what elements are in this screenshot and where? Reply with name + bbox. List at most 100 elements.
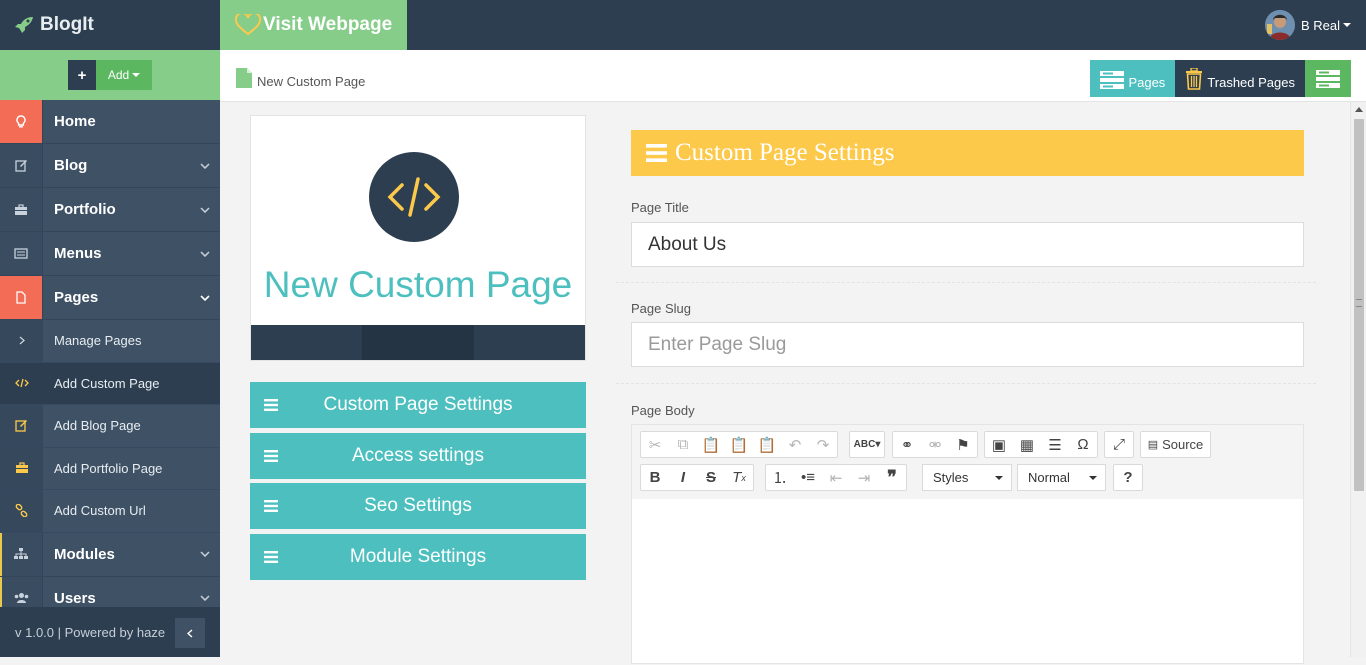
sidebar-subitem-manage-pages[interactable]: Manage Pages [0,320,220,363]
indent-icon[interactable]: ⇥ [850,465,878,490]
trashed-pages-button[interactable]: Trashed Pages [1175,60,1305,97]
sidebar-item-label: Modules [54,545,115,563]
sidebar-item-pages[interactable]: Pages [0,276,220,320]
sidebar-item-label: Menus [54,245,102,262]
add-bar: + Add [0,50,220,100]
menu-toggle-button[interactable] [1305,60,1351,97]
bold-icon[interactable]: B [641,465,669,490]
accordion-label: Custom Page Settings [323,394,513,415]
plus-icon[interactable]: + [68,60,96,90]
sidebar-subitem-label: Add Custom Url [54,503,146,519]
collapse-sidebar-button[interactable] [175,618,205,648]
panel-title: Custom Page Settings [675,139,895,166]
special-char-icon[interactable]: Ω [1069,432,1097,457]
sidebar-subitem-label: Add Custom Page [54,375,160,391]
source-button[interactable]: ▤ Source [1141,432,1210,457]
page-slug-input[interactable]: Enter Page Slug [631,322,1304,367]
accordion-access-settings[interactable]: Access settings [250,433,586,479]
vertical-scrollbar[interactable] [1350,102,1366,657]
unlink-icon[interactable]: ⚮ [921,432,949,457]
hamburger-icon [646,144,675,162]
styles-select[interactable]: Styles [922,464,1012,491]
hamburger-icon [264,450,278,462]
blockquote-icon[interactable]: ❞ [878,465,906,490]
topbar: Visit Webpage B Real [220,0,1366,50]
pages-button[interactable]: Pages [1090,60,1176,97]
chevron-down-icon [190,551,220,557]
paste-icon[interactable]: 📋 [697,432,725,457]
breadcrumb: New Custom Page [235,67,365,89]
sidebar-item-label: Home [54,113,96,130]
table-icon[interactable]: ▦ [1013,432,1041,457]
spellcheck-icon[interactable]: ABC▾ [850,432,884,457]
link-icon [0,490,43,532]
format-label: Normal [1028,470,1070,485]
outdent-icon[interactable]: ⇤ [822,465,850,490]
link-icon[interactable]: ⚭ [893,432,921,457]
redo-icon[interactable]: ↷ [809,432,837,457]
add-dropdown-button[interactable]: Add [96,60,152,90]
accordion-module-settings[interactable]: Module Settings [250,534,586,580]
code-icon [0,362,43,404]
breadcrumb-label: New Custom Page [257,74,366,89]
chevron-down-icon [190,162,220,169]
cut-icon[interactable]: ✂ [641,432,669,457]
panel-header: Custom Page Settings [631,130,1304,176]
list-icon [1100,70,1125,90]
maximize-icon[interactable]: ⤢ [1105,432,1133,457]
accordion-seo-settings[interactable]: Seo Settings [250,483,586,529]
help-button[interactable]: ? [1114,465,1142,490]
card-title: New Custom Page [263,264,573,305]
strikethrough-icon[interactable]: S [697,465,725,490]
numbered-list-icon[interactable]: ⒈ [766,465,794,490]
sidebar-item-menus[interactable]: Menus [0,232,220,276]
file-icon [0,276,43,319]
sidebar-subitem-add-portfolio-page[interactable]: Add Portfolio Page [0,447,220,490]
hamburger-icon [264,551,278,563]
chevron-right-icon [0,320,43,362]
accordion-label: Module Settings [349,546,487,567]
paste-word-icon[interactable]: 📋 [753,432,781,457]
format-select[interactable]: Normal [1017,464,1106,491]
sidebar-item-modules[interactable]: Modules [0,532,220,577]
page-title-label: Page Title [631,200,689,215]
accordion-label: Access settings [352,445,484,466]
styles-label: Styles [933,470,969,485]
sidebar-item-label: Users [54,589,96,607]
paste-text-icon[interactable]: 📋 [725,432,753,457]
chevron-down-icon [190,206,220,213]
sidebar-item-blog[interactable]: Blog [0,144,220,188]
source-label: Source [1162,437,1204,452]
toolbar-group-links: ⚭ ⚮ ⚑ [892,431,978,458]
sidebar-subitem-add-blog-page[interactable]: Add Blog Page [0,405,220,448]
editor-body[interactable] [632,499,1303,665]
toolbar-group-clipboard: ✂ ⧉ 📋 📋 📋 ↶ ↷ [640,431,838,458]
sidebar-subitem-add-custom-page[interactable]: Add Custom Page [0,362,220,405]
user-menu[interactable]: B Real [1264,10,1351,40]
horizontal-rule-icon[interactable]: ☰ [1041,432,1069,457]
copy-icon[interactable]: ⧉ [669,432,697,457]
accordion-custom-page-settings[interactable]: Custom Page Settings [250,382,586,428]
user-name: B Real [1300,17,1340,33]
sidebar-item-label: Portfolio [54,201,116,218]
anchor-flag-icon[interactable]: ⚑ [949,432,977,457]
remove-format-icon[interactable]: Tx [725,465,753,490]
image-icon[interactable]: ▣ [985,432,1013,457]
sidebar-item-portfolio[interactable]: Portfolio [0,188,220,232]
scroll-up-arrow-icon[interactable] [1355,107,1363,112]
bulleted-list-icon[interactable]: •≡ [794,465,822,490]
page-card: New Custom Page [250,115,586,361]
sidebar-footer: v 1.0.0 | Powered by haze [0,607,220,657]
hamburger-icon [264,500,278,512]
visit-webpage-button[interactable]: Visit Webpage [220,0,407,50]
toolbar-group-maximize: ⤢ [1104,431,1134,458]
sidebar-item-home[interactable]: Home [0,100,220,144]
brand[interactable]: BlogIt [0,0,220,50]
italic-icon[interactable]: I [669,465,697,490]
chevron-down-icon [190,250,220,257]
pages-label: Pages [1128,75,1166,90]
undo-icon[interactable]: ↶ [781,432,809,457]
toolbar-group-paragraph: ⒈ •≡ ⇤ ⇥ ❞ [765,464,907,491]
sidebar-subitem-add-custom-url[interactable]: Add Custom Url [0,490,220,533]
page-title-input[interactable]: About Us [631,222,1304,267]
